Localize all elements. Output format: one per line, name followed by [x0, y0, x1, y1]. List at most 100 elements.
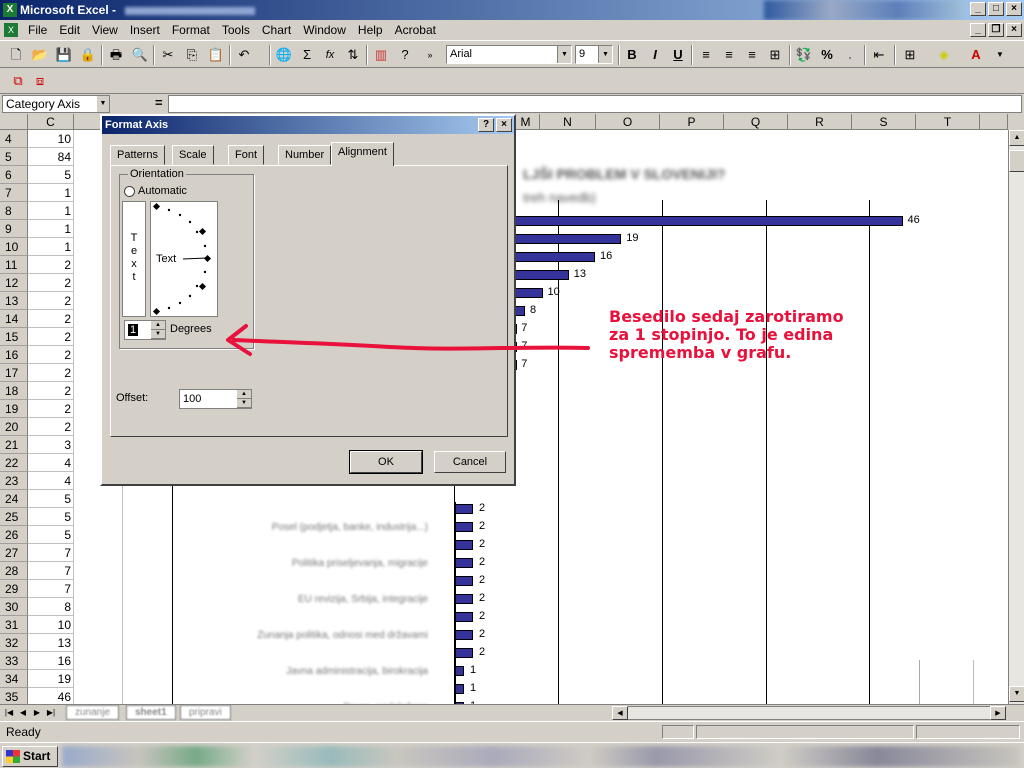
row-header[interactable]: 17: [0, 364, 28, 382]
autosum-icon[interactable]: Σ: [297, 45, 317, 65]
cell-c[interactable]: 2: [28, 418, 74, 436]
tab-scale[interactable]: Scale: [172, 145, 214, 165]
tab-number[interactable]: Number: [278, 145, 332, 165]
font-size-select[interactable]: 9 ▼: [575, 45, 613, 64]
chart-bar[interactable]: [515, 252, 595, 262]
align-left-icon[interactable]: ≡: [696, 45, 716, 65]
row-header[interactable]: 25: [0, 508, 28, 526]
cell-c[interactable]: 1: [28, 184, 74, 202]
cell-c[interactable]: 84: [28, 148, 74, 166]
doc-minimize-button[interactable]: _: [970, 23, 986, 37]
chart-bar[interactable]: [455, 612, 473, 622]
merge-center-icon[interactable]: ⊞: [765, 45, 785, 65]
last-sheet-icon[interactable]: ▶|: [44, 706, 58, 720]
offset-stepper[interactable]: 100 ▲ ▼: [179, 389, 252, 409]
permission-icon[interactable]: 🔒: [78, 45, 98, 65]
align-center-icon[interactable]: ≡: [719, 45, 739, 65]
row-header[interactable]: 35: [0, 688, 28, 704]
cell-c[interactable]: 19: [28, 670, 74, 688]
row-header[interactable]: 4: [0, 130, 28, 148]
row-header[interactable]: 7: [0, 184, 28, 202]
chart-bar[interactable]: [455, 666, 464, 676]
cut-icon[interactable]: ✂: [158, 45, 178, 65]
column-header-n[interactable]: N: [540, 114, 596, 130]
currency-icon[interactable]: 💱: [794, 45, 814, 65]
row-header[interactable]: 15: [0, 328, 28, 346]
workbook-icon[interactable]: X: [4, 23, 18, 37]
chart-bar[interactable]: [515, 270, 569, 280]
column-header-o[interactable]: O: [596, 114, 660, 130]
print-preview-icon[interactable]: 🔍: [130, 45, 150, 65]
menu-chart[interactable]: Chart: [256, 23, 297, 37]
prev-sheet-icon[interactable]: ◀: [16, 706, 30, 720]
column-header-u[interactable]: [980, 114, 1008, 130]
menu-help[interactable]: Help: [352, 23, 389, 37]
orientation-dial[interactable]: Text: [150, 201, 218, 317]
row-header[interactable]: 27: [0, 544, 28, 562]
menu-format[interactable]: Format: [166, 23, 216, 37]
dialog-close-button[interactable]: ×: [496, 118, 512, 132]
automatic-radio[interactable]: Automatic: [124, 185, 187, 197]
name-box[interactable]: Category Axis ▼: [2, 95, 110, 113]
menu-view[interactable]: View: [86, 23, 124, 37]
cell-c[interactable]: 2: [28, 382, 74, 400]
row-header[interactable]: 18: [0, 382, 28, 400]
chart-bar[interactable]: [455, 540, 473, 550]
row-header[interactable]: 26: [0, 526, 28, 544]
scroll-thumb[interactable]: [1009, 150, 1024, 172]
select-all-corner[interactable]: [0, 114, 28, 130]
row-header[interactable]: 34: [0, 670, 28, 688]
column-header-m[interactable]: M: [512, 114, 540, 130]
menu-tools[interactable]: Tools: [216, 23, 256, 37]
new-icon[interactable]: 🗋: [6, 45, 26, 65]
row-header[interactable]: 12: [0, 274, 28, 292]
ok-button[interactable]: OK: [349, 450, 423, 474]
cell-c[interactable]: 1: [28, 238, 74, 256]
degrees-stepper[interactable]: 1 ▲ ▼: [124, 320, 166, 340]
dialog-help-button[interactable]: ?: [478, 118, 494, 132]
align-right-icon[interactable]: ≡: [742, 45, 762, 65]
sheet-tab-pripravi[interactable]: pripravi: [180, 705, 231, 720]
borders-icon[interactable]: ⊞: [900, 45, 920, 65]
open-icon[interactable]: 📂: [30, 45, 50, 65]
row-header[interactable]: 22: [0, 454, 28, 472]
menu-window[interactable]: Window: [297, 23, 352, 37]
row-header[interactable]: 9: [0, 220, 28, 238]
menu-edit[interactable]: Edit: [53, 23, 86, 37]
column-header-p[interactable]: P: [660, 114, 724, 130]
menu-acrobat[interactable]: Acrobat: [389, 23, 442, 37]
sheet-tab-zunanje[interactable]: zunanje: [66, 705, 120, 720]
close-button[interactable]: ×: [1006, 2, 1022, 16]
offset-value[interactable]: 100: [183, 393, 201, 405]
function-icon[interactable]: fx: [320, 45, 340, 65]
column-header-t[interactable]: T: [916, 114, 980, 130]
chart-bar[interactable]: [455, 684, 464, 694]
tab-patterns[interactable]: Patterns: [110, 145, 165, 165]
cell-c[interactable]: 13: [28, 634, 74, 652]
font-color-icon[interactable]: A: [966, 45, 986, 65]
cell-c[interactable]: 1: [28, 220, 74, 238]
category-axis-label[interactable]: Politika priseljevanja, migracije: [292, 558, 428, 569]
row-header[interactable]: 21: [0, 436, 28, 454]
tab-font[interactable]: Font: [228, 145, 265, 165]
help-icon[interactable]: ?: [395, 45, 415, 65]
cell-c[interactable]: 2: [28, 346, 74, 364]
start-button[interactable]: Start: [2, 746, 58, 767]
row-header[interactable]: 8: [0, 202, 28, 220]
chart-bar[interactable]: [455, 630, 473, 640]
chevron-down-icon[interactable]: ▼: [557, 46, 571, 63]
underline-button[interactable]: U: [668, 45, 688, 65]
chart-bar[interactable]: [455, 522, 473, 532]
spin-down-icon[interactable]: ▼: [237, 399, 251, 408]
category-axis-label[interactable]: Zunanja politika, odnosi med državami: [257, 630, 428, 641]
chevron-down-icon[interactable]: ▼: [97, 96, 109, 112]
cell-c[interactable]: 7: [28, 580, 74, 598]
cell-c[interactable]: 5: [28, 526, 74, 544]
cell-c[interactable]: 5: [28, 490, 74, 508]
vertical-text-option[interactable]: T e x t: [122, 201, 146, 317]
fill-color-icon[interactable]: ◈: [934, 45, 954, 65]
chart-bar[interactable]: [455, 594, 473, 604]
scroll-left-icon[interactable]: ◀: [612, 706, 628, 720]
cell-c[interactable]: 1: [28, 202, 74, 220]
cell-c[interactable]: 4: [28, 454, 74, 472]
